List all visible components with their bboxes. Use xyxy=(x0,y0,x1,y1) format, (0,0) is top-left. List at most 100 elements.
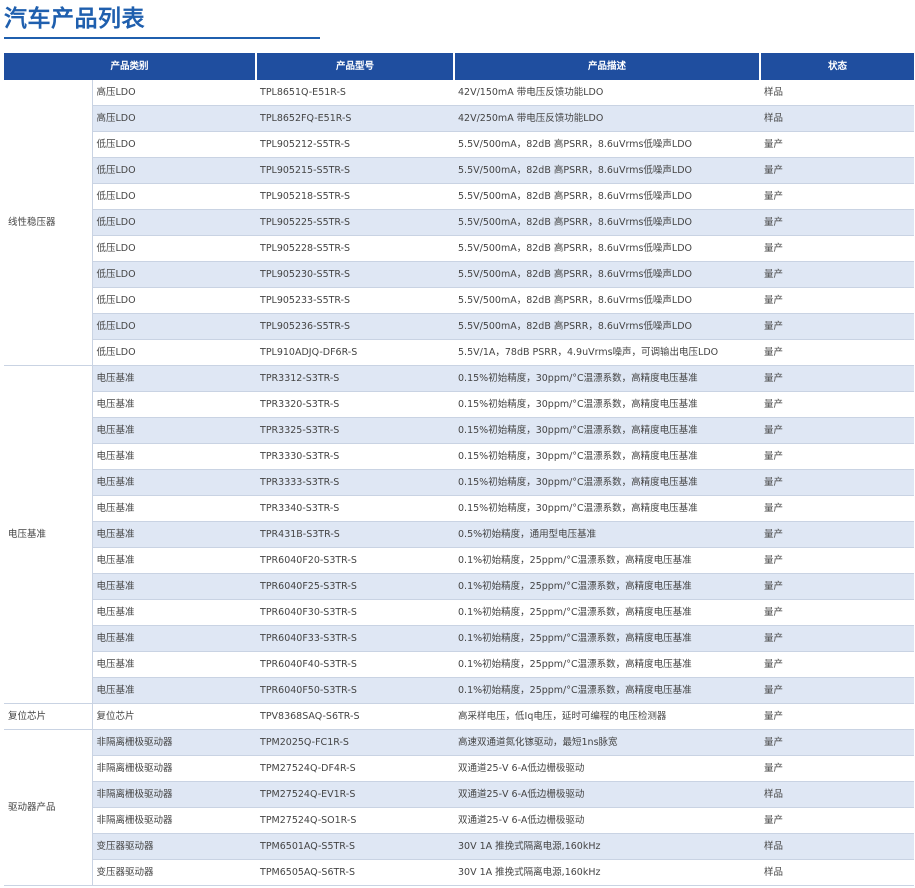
subcategory-cell: 非隔离栅极驱动器 xyxy=(92,729,257,756)
model-cell: TPR3330-S3TR-S xyxy=(256,443,455,470)
model-cell: TPR6040F30-S3TR-S xyxy=(256,599,455,626)
subcategory-cell: 低压LDO xyxy=(92,313,257,340)
table-row: 电压基准 TPR6040F50-S3TR-S 0.1%初始精度，25ppm/°C温漂… xyxy=(4,677,915,704)
description-cell: 5.5V/500mA，82dB 高PSRR，8.6uVrms低噪声LDO xyxy=(454,261,761,288)
status-cell: 量产 xyxy=(760,417,915,444)
description-cell: 0.1%初始精度，25ppm/°C温漂系数，高精度电压基准 xyxy=(454,573,761,600)
subcategory-cell: 低压LDO xyxy=(92,157,257,184)
status-cell: 量产 xyxy=(760,183,915,210)
table-row: 非隔离栅极驱动器 TPM27524Q-DF4R-S 双通道25-V 6-A低边栅极驱… xyxy=(4,755,915,782)
table-row: 电压基准 TPR3333-S3TR-S 0.15%初始精度，30ppm/°C温漂系数… xyxy=(4,469,915,496)
description-cell: 双通道25-V 6-A低边栅极驱动 xyxy=(454,807,761,834)
subcategory-cell: 电压基准 xyxy=(92,443,257,470)
description-cell: 0.1%初始精度，25ppm/°C温漂系数，高精度电压基准 xyxy=(454,547,761,574)
description-cell: 5.5V/1A，78dB PSRR，4.9uVrms噪声，可调输出电压LDO xyxy=(454,339,761,366)
table-row: 电压基准 TPR6040F33-S3TR-S 0.1%初始精度，25ppm/°C温漂… xyxy=(4,625,915,652)
status-cell: 量产 xyxy=(760,625,915,652)
title-underline xyxy=(4,37,320,39)
subcategory-cell: 低压LDO xyxy=(92,261,257,288)
description-cell: 0.15%初始精度，30ppm/°C温漂系数，高精度电压基准 xyxy=(454,469,761,496)
model-cell: TPV8368SAQ-S6TR-S xyxy=(256,703,455,730)
table-row: 电压基准 TPR3320-S3TR-S 0.15%初始精度，30ppm/°C温漂系数… xyxy=(4,391,915,418)
description-cell: 双通道25-V 6-A低边栅极驱动 xyxy=(454,781,761,808)
model-cell: TPM27524Q-DF4R-S xyxy=(256,755,455,782)
status-cell: 量产 xyxy=(760,521,915,548)
table-row: 低压LDO TPL905230-S5TR-S 5.5V/500mA，82dB 高PS… xyxy=(4,261,915,288)
subcategory-cell: 低压LDO xyxy=(92,131,257,158)
category-cell: 电压基准 xyxy=(4,365,93,704)
description-cell: 0.1%初始精度，25ppm/°C温漂系数，高精度电压基准 xyxy=(454,625,761,652)
table-row: 变压器驱动器 TPM6501AQ-S5TR-S 30V 1A 推挽式隔离电源,160… xyxy=(4,833,915,860)
table-row: 低压LDO TPL905236-S5TR-S 5.5V/500mA，82dB 高PS… xyxy=(4,313,915,340)
subcategory-cell: 电压基准 xyxy=(92,651,257,678)
category-cell: 线性稳压器 xyxy=(4,80,93,366)
status-cell: 量产 xyxy=(760,755,915,782)
model-cell: TPR3312-S3TR-S xyxy=(256,365,455,392)
model-cell: TPL905212-S5TR-S xyxy=(256,131,455,158)
model-cell: TPR6040F20-S3TR-S xyxy=(256,547,455,574)
category-cell: 驱动器产品 xyxy=(4,729,93,886)
model-cell: TPL905236-S5TR-S xyxy=(256,313,455,340)
subcategory-cell: 非隔离栅极驱动器 xyxy=(92,781,257,808)
subcategory-cell: 电压基准 xyxy=(92,521,257,548)
subcategory-cell: 电压基准 xyxy=(92,417,257,444)
subcategory-cell: 高压LDO xyxy=(92,105,257,132)
subcategory-cell: 电压基准 xyxy=(92,599,257,626)
description-cell: 0.15%初始精度，30ppm/°C温漂系数，高精度电压基准 xyxy=(454,417,761,444)
model-cell: TPR6040F33-S3TR-S xyxy=(256,625,455,652)
model-cell: TPL905218-S5TR-S xyxy=(256,183,455,210)
status-cell: 样品 xyxy=(760,781,915,808)
table-row: 电压基准 TPR6040F20-S3TR-S 0.1%初始精度，25ppm/°C温漂… xyxy=(4,547,915,574)
description-cell: 0.15%初始精度，30ppm/°C温漂系数，高精度电压基准 xyxy=(454,495,761,522)
description-cell: 5.5V/500mA，82dB 高PSRR，8.6uVrms低噪声LDO xyxy=(454,157,761,184)
description-cell: 5.5V/500mA，82dB 高PSRR，8.6uVrms低噪声LDO xyxy=(454,235,761,262)
status-cell: 量产 xyxy=(760,573,915,600)
table-row: 电压基准 TPR6040F25-S3TR-S 0.1%初始精度，25ppm/°C温漂… xyxy=(4,573,915,600)
model-cell: TPR6040F50-S3TR-S xyxy=(256,677,455,704)
table-row: 高压LDO TPL8652FQ-E51R-S 42V/250mA 带电压反馈功能LD… xyxy=(4,105,915,132)
model-cell: TPL8651Q-E51R-S xyxy=(256,80,455,106)
subcategory-cell: 电压基准 xyxy=(92,677,257,704)
status-cell: 量产 xyxy=(760,807,915,834)
table-row: 低压LDO TPL905212-S5TR-S 5.5V/500mA，82dB 高PS… xyxy=(4,131,915,158)
status-cell: 量产 xyxy=(760,339,915,366)
status-cell: 量产 xyxy=(760,157,915,184)
table-body: 线性稳压器 高压LDO TPL8651Q-E51R-S 42V/150mA 带电压反馈… xyxy=(4,80,915,886)
description-cell: 5.5V/500mA，82dB 高PSRR，8.6uVrms低噪声LDO xyxy=(454,313,761,340)
model-cell: TPR3333-S3TR-S xyxy=(256,469,455,496)
subcategory-cell: 低压LDO xyxy=(92,209,257,236)
subcategory-cell: 复位芯片 xyxy=(92,703,257,730)
table-row: 复位芯片 复位芯片 TPV8368SAQ-S6TR-S 高采样电压，低Iq电压，延时可… xyxy=(4,703,915,730)
model-cell: TPL8652FQ-E51R-S xyxy=(256,105,455,132)
description-cell: 5.5V/500mA，82dB 高PSRR，8.6uVrms低噪声LDO xyxy=(454,131,761,158)
title-block: 汽车产品列表 xyxy=(4,0,320,40)
status-cell: 量产 xyxy=(760,651,915,678)
status-cell: 量产 xyxy=(760,287,915,314)
subcategory-cell: 非隔离栅极驱动器 xyxy=(92,755,257,782)
table-row: 电压基准 TPR3325-S3TR-S 0.15%初始精度，30ppm/°C温漂系数… xyxy=(4,417,915,444)
description-cell: 5.5V/500mA，82dB 高PSRR，8.6uVrms低噪声LDO xyxy=(454,209,761,236)
status-cell: 样品 xyxy=(760,833,915,860)
status-cell: 量产 xyxy=(760,443,915,470)
description-cell: 30V 1A 推挽式隔离电源,160kHz xyxy=(454,833,761,860)
status-cell: 样品 xyxy=(760,80,915,106)
page-title: 汽车产品列表 xyxy=(4,6,145,32)
table-row: 低压LDO TPL910ADJQ-DF6R-S 5.5V/1A，78dB PSRR，… xyxy=(4,339,915,366)
table-row: 低压LDO TPL905225-S5TR-S 5.5V/500mA，82dB 高PS… xyxy=(4,209,915,236)
table-row: 电压基准 电压基准 TPR3312-S3TR-S 0.15%初始精度，30ppm/°C… xyxy=(4,365,915,704)
table-row: 电压基准 TPR6040F40-S3TR-S 0.1%初始精度，25ppm/°C温漂… xyxy=(4,651,915,678)
table-row: 电压基准 TPR6040F30-S3TR-S 0.1%初始精度，25ppm/°C温漂… xyxy=(4,599,915,626)
description-cell: 30V 1A 推挽式隔离电源,160kHz xyxy=(454,859,761,886)
description-cell: 0.15%初始精度，30ppm/°C温漂系数，高精度电压基准 xyxy=(454,391,761,418)
model-cell: TPM27524Q-SO1R-S xyxy=(256,807,455,834)
status-cell: 量产 xyxy=(760,391,915,418)
status-cell: 量产 xyxy=(760,547,915,574)
subcategory-cell: 低压LDO xyxy=(92,287,257,314)
model-cell: TPL905215-S5TR-S xyxy=(256,157,455,184)
table-row: 低压LDO TPL905215-S5TR-S 5.5V/500mA，82dB 高PS… xyxy=(4,157,915,184)
status-cell: 量产 xyxy=(760,209,915,236)
status-cell: 量产 xyxy=(760,235,915,262)
description-cell: 0.1%初始精度，25ppm/°C温漂系数，高精度电压基准 xyxy=(454,651,761,678)
description-cell: 0.15%初始精度，30ppm/°C温漂系数，高精度电压基准 xyxy=(454,443,761,470)
status-cell: 样品 xyxy=(760,105,915,132)
